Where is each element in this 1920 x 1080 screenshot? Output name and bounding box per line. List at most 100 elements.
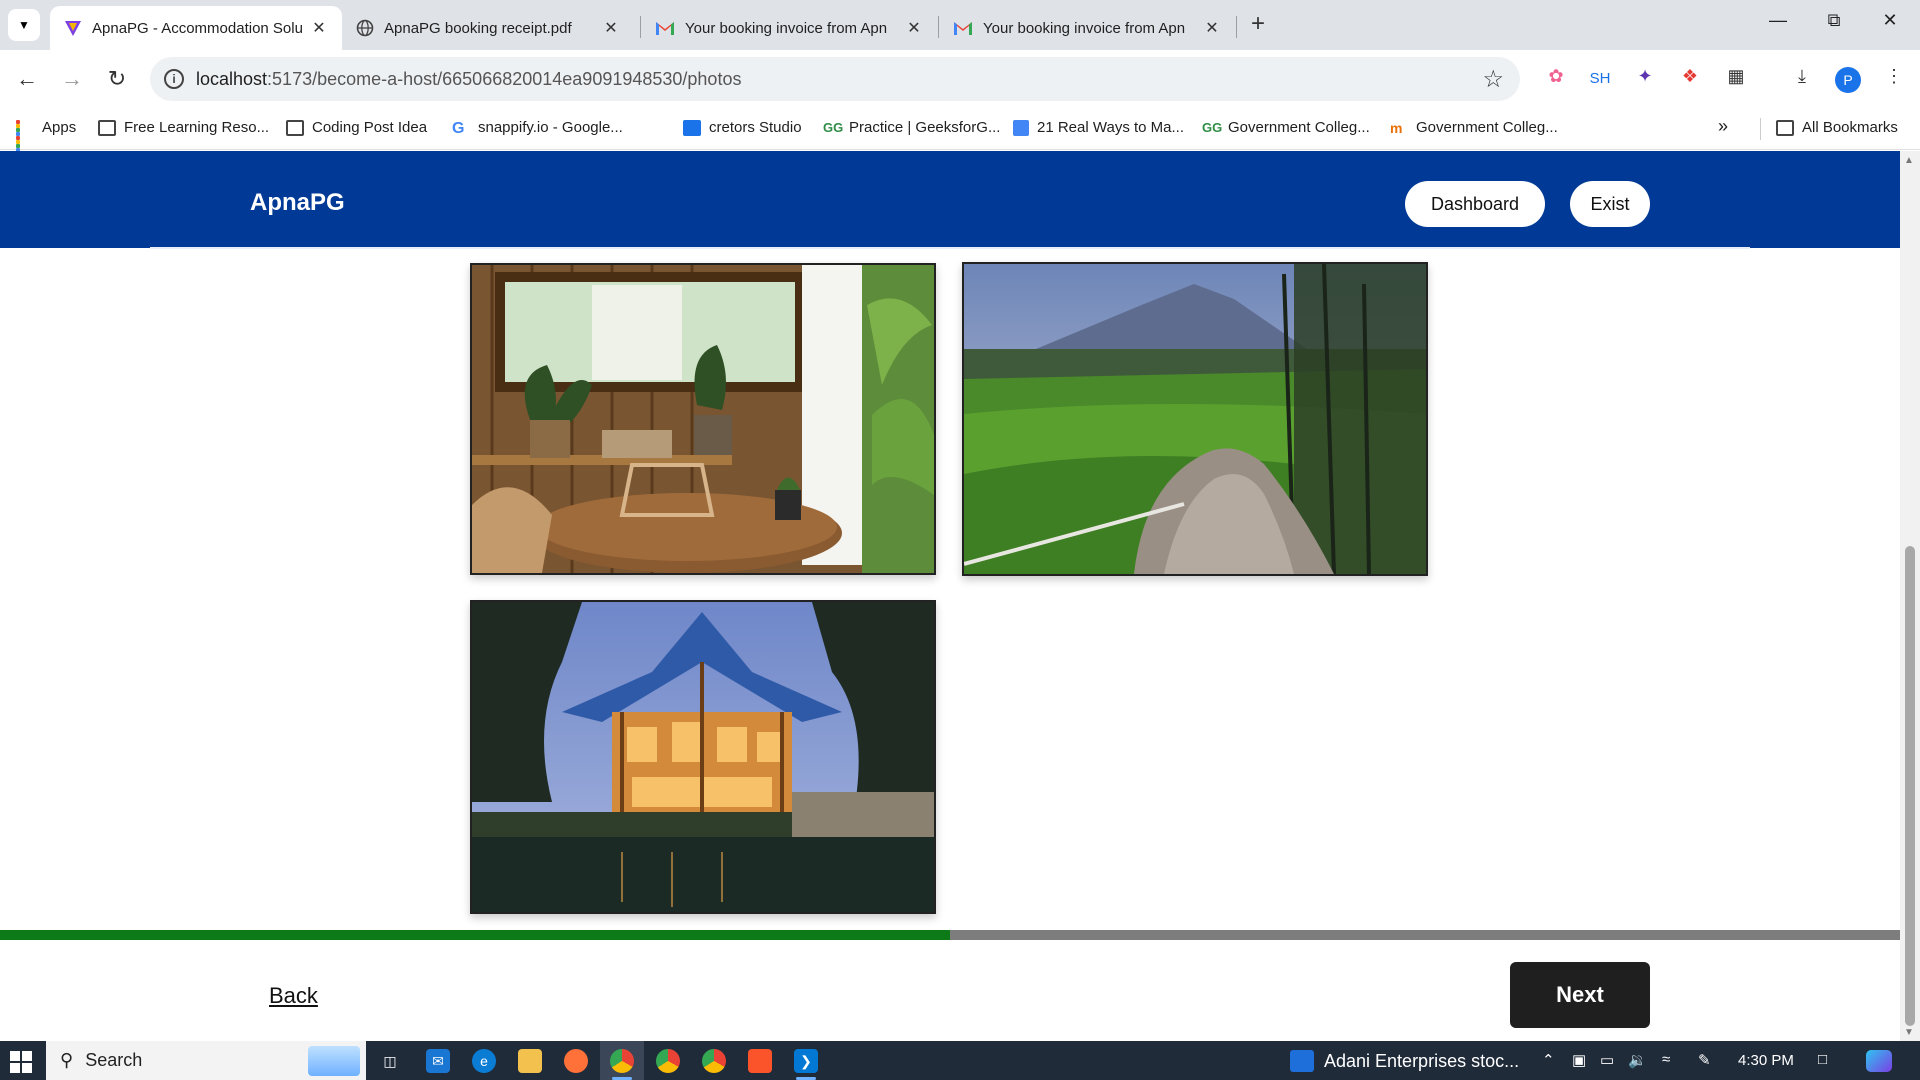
city-skyline-icon bbox=[308, 1045, 360, 1076]
chrome-icon[interactable] bbox=[610, 1049, 634, 1073]
sh-extension-icon[interactable]: SH bbox=[1586, 70, 1614, 87]
bookmark-geeksforgeeks[interactable]: GG Practice | GeeksforG... bbox=[823, 119, 1000, 136]
volume-icon[interactable]: 🔉 bbox=[1628, 1051, 1647, 1069]
download-icon[interactable]: ⤓ bbox=[1788, 66, 1816, 87]
reload-icon: ↻ bbox=[107, 66, 127, 91]
firefox-icon[interactable] bbox=[564, 1049, 588, 1073]
chrome-profile-icon[interactable] bbox=[702, 1049, 726, 1073]
bookmark-star-icon[interactable]: ☆ bbox=[1482, 65, 1504, 94]
bookmark-label: Free Learning Reso... bbox=[124, 119, 270, 136]
back-nav-button[interactable]: ← bbox=[12, 64, 42, 94]
site-logo[interactable]: ApnaPG bbox=[250, 189, 345, 217]
step-progress-bar bbox=[0, 930, 1900, 940]
tab-receipt-pdf[interactable]: ApnaPG booking receipt.pdf ✕ bbox=[342, 6, 634, 50]
close-icon[interactable]: ✕ bbox=[310, 18, 328, 38]
all-bookmarks-button[interactable]: All Bookmarks bbox=[1776, 119, 1898, 136]
lotus-extension-icon[interactable]: ✿ bbox=[1542, 66, 1570, 87]
calendar-icon bbox=[683, 119, 701, 136]
bookmark-apps[interactable]: Apps bbox=[16, 119, 76, 156]
exist-button[interactable]: Exist bbox=[1570, 181, 1650, 227]
bookmark-label: Government Colleg... bbox=[1416, 119, 1558, 136]
page-scrollbar[interactable]: ▲ ▼ bbox=[1900, 151, 1920, 1041]
scroll-up-icon[interactable]: ▲ bbox=[1904, 155, 1914, 166]
site-info-icon[interactable]: i bbox=[164, 69, 184, 89]
more-bookmarks-button[interactable]: » bbox=[1718, 116, 1728, 137]
close-icon[interactable]: ✕ bbox=[602, 18, 620, 38]
brave-icon[interactable] bbox=[748, 1049, 772, 1073]
bookmark-label: cretors Studio bbox=[709, 119, 802, 136]
rice-terrace-photo[interactable] bbox=[962, 262, 1428, 576]
pen-icon[interactable]: ✎ bbox=[1698, 1051, 1711, 1069]
edge-icon[interactable]: e bbox=[472, 1049, 496, 1073]
bookmark-snappify[interactable]: G snappify.io - Google... bbox=[452, 119, 623, 137]
tab-invoice-1[interactable]: Your booking invoice from Apn ✕ bbox=[641, 6, 937, 50]
bookmark-21-real-ways[interactable]: 21 Real Ways to Ma... bbox=[1013, 119, 1184, 136]
address-bar[interactable]: i localhost:5173/become-a-host/665066820… bbox=[150, 57, 1520, 101]
mail-icon[interactable]: ✉ bbox=[426, 1049, 450, 1073]
bookmark-cretors-studio[interactable]: cretors Studio bbox=[683, 119, 802, 136]
url-host: localhost bbox=[196, 69, 268, 89]
minimize-button[interactable]: — bbox=[1750, 10, 1806, 31]
flame-extension-icon[interactable]: ✦ bbox=[1631, 66, 1659, 87]
site-header: ApnaPG Dashboard Exist bbox=[0, 151, 1900, 249]
url-text[interactable]: localhost:5173/become-a-host/66506682001… bbox=[196, 69, 741, 90]
next-button[interactable]: Next bbox=[1510, 962, 1650, 1028]
bookmark-government-college-1[interactable]: GG Government Colleg... bbox=[1202, 119, 1370, 136]
wifi-icon[interactable]: ≈ bbox=[1662, 1051, 1670, 1068]
close-icon[interactable]: ✕ bbox=[1203, 18, 1221, 38]
chrome-profile-icon[interactable] bbox=[656, 1049, 680, 1073]
gmail-icon bbox=[954, 22, 972, 35]
chevron-up-icon[interactable]: ⌃ bbox=[1542, 1051, 1555, 1069]
scroll-down-icon[interactable]: ▼ bbox=[1904, 1027, 1914, 1038]
windows-start-icon[interactable] bbox=[10, 1051, 32, 1073]
url-path: :5173/become-a-host/665066820014ea909194… bbox=[267, 69, 742, 89]
tab-title: ApnaPG - Accommodation Solu bbox=[92, 19, 303, 37]
copilot-icon[interactable] bbox=[1866, 1050, 1892, 1072]
tab-invoice-2[interactable]: Your booking invoice from Apn ✕ bbox=[939, 6, 1235, 50]
chevron-down-icon: ▼ bbox=[18, 18, 30, 32]
close-icon[interactable]: ✕ bbox=[905, 18, 923, 38]
tab-search-button[interactable]: ▼ bbox=[8, 9, 40, 41]
meet-now-icon[interactable]: ▣ bbox=[1572, 1051, 1586, 1069]
back-button[interactable]: Back bbox=[269, 983, 318, 1009]
close-window-button[interactable]: ✕ bbox=[1862, 10, 1918, 31]
folder-icon bbox=[1776, 119, 1794, 136]
bookmark-label: All Bookmarks bbox=[1802, 119, 1898, 136]
bookmark-coding-post[interactable]: Coding Post Idea bbox=[286, 119, 427, 136]
bookmark-free-learning[interactable]: Free Learning Reso... bbox=[98, 119, 269, 136]
bamboo-house-photo[interactable] bbox=[470, 600, 936, 914]
puzzle-extensions-icon[interactable]: ▦ bbox=[1722, 66, 1750, 87]
bookmark-label: Coding Post Idea bbox=[312, 119, 428, 136]
taskbar-news-widget[interactable]: Adani Enterprises stoc... bbox=[1290, 1050, 1519, 1072]
forward-nav-button[interactable]: → bbox=[57, 64, 87, 94]
header-divider bbox=[150, 247, 1750, 249]
notifications-icon[interactable]: □ bbox=[1818, 1051, 1827, 1068]
taskbar-search-box[interactable]: ⚲ Search bbox=[46, 1041, 366, 1080]
globe-icon bbox=[356, 19, 374, 37]
tab-apnapg[interactable]: ApnaPG - Accommodation Solu ✕ bbox=[50, 6, 342, 50]
arrow-left-icon: ← bbox=[16, 66, 38, 91]
scrollbar-thumb[interactable] bbox=[1905, 546, 1915, 1026]
bookmark-label: 21 Real Ways to Ma... bbox=[1037, 119, 1184, 136]
profile-avatar[interactable]: P bbox=[1835, 67, 1861, 93]
bookmark-government-college-2[interactable]: m Government Colleg... bbox=[1390, 119, 1558, 136]
file-explorer-icon[interactable] bbox=[518, 1049, 542, 1073]
bamboo-interior-photo[interactable] bbox=[470, 263, 936, 575]
apps-grid-icon bbox=[16, 119, 34, 156]
vscode-icon[interactable]: ❯ bbox=[794, 1049, 818, 1073]
restore-button[interactable]: ⧉ bbox=[1806, 10, 1862, 31]
dashboard-button[interactable]: Dashboard bbox=[1405, 181, 1545, 227]
taskbar-clock[interactable]: 4:30 PM bbox=[1738, 1052, 1794, 1069]
kebab-menu-icon[interactable]: ⋮ bbox=[1880, 66, 1908, 87]
reload-button[interactable]: ↻ bbox=[102, 64, 132, 94]
minimize-icon: — bbox=[1769, 10, 1787, 30]
new-tab-button[interactable]: + bbox=[1243, 10, 1273, 38]
college-icon: m bbox=[1390, 119, 1403, 136]
task-view-icon[interactable]: ◫ bbox=[378, 1049, 402, 1073]
battery-icon[interactable]: ▭ bbox=[1600, 1051, 1614, 1069]
stock-chart-icon bbox=[1290, 1050, 1314, 1072]
step-progress-fill bbox=[0, 930, 950, 940]
color-wheel-extension-icon[interactable]: ❖ bbox=[1676, 66, 1704, 87]
tab-title: Your booking invoice from Apn bbox=[685, 19, 888, 37]
gmail-icon bbox=[656, 22, 674, 35]
